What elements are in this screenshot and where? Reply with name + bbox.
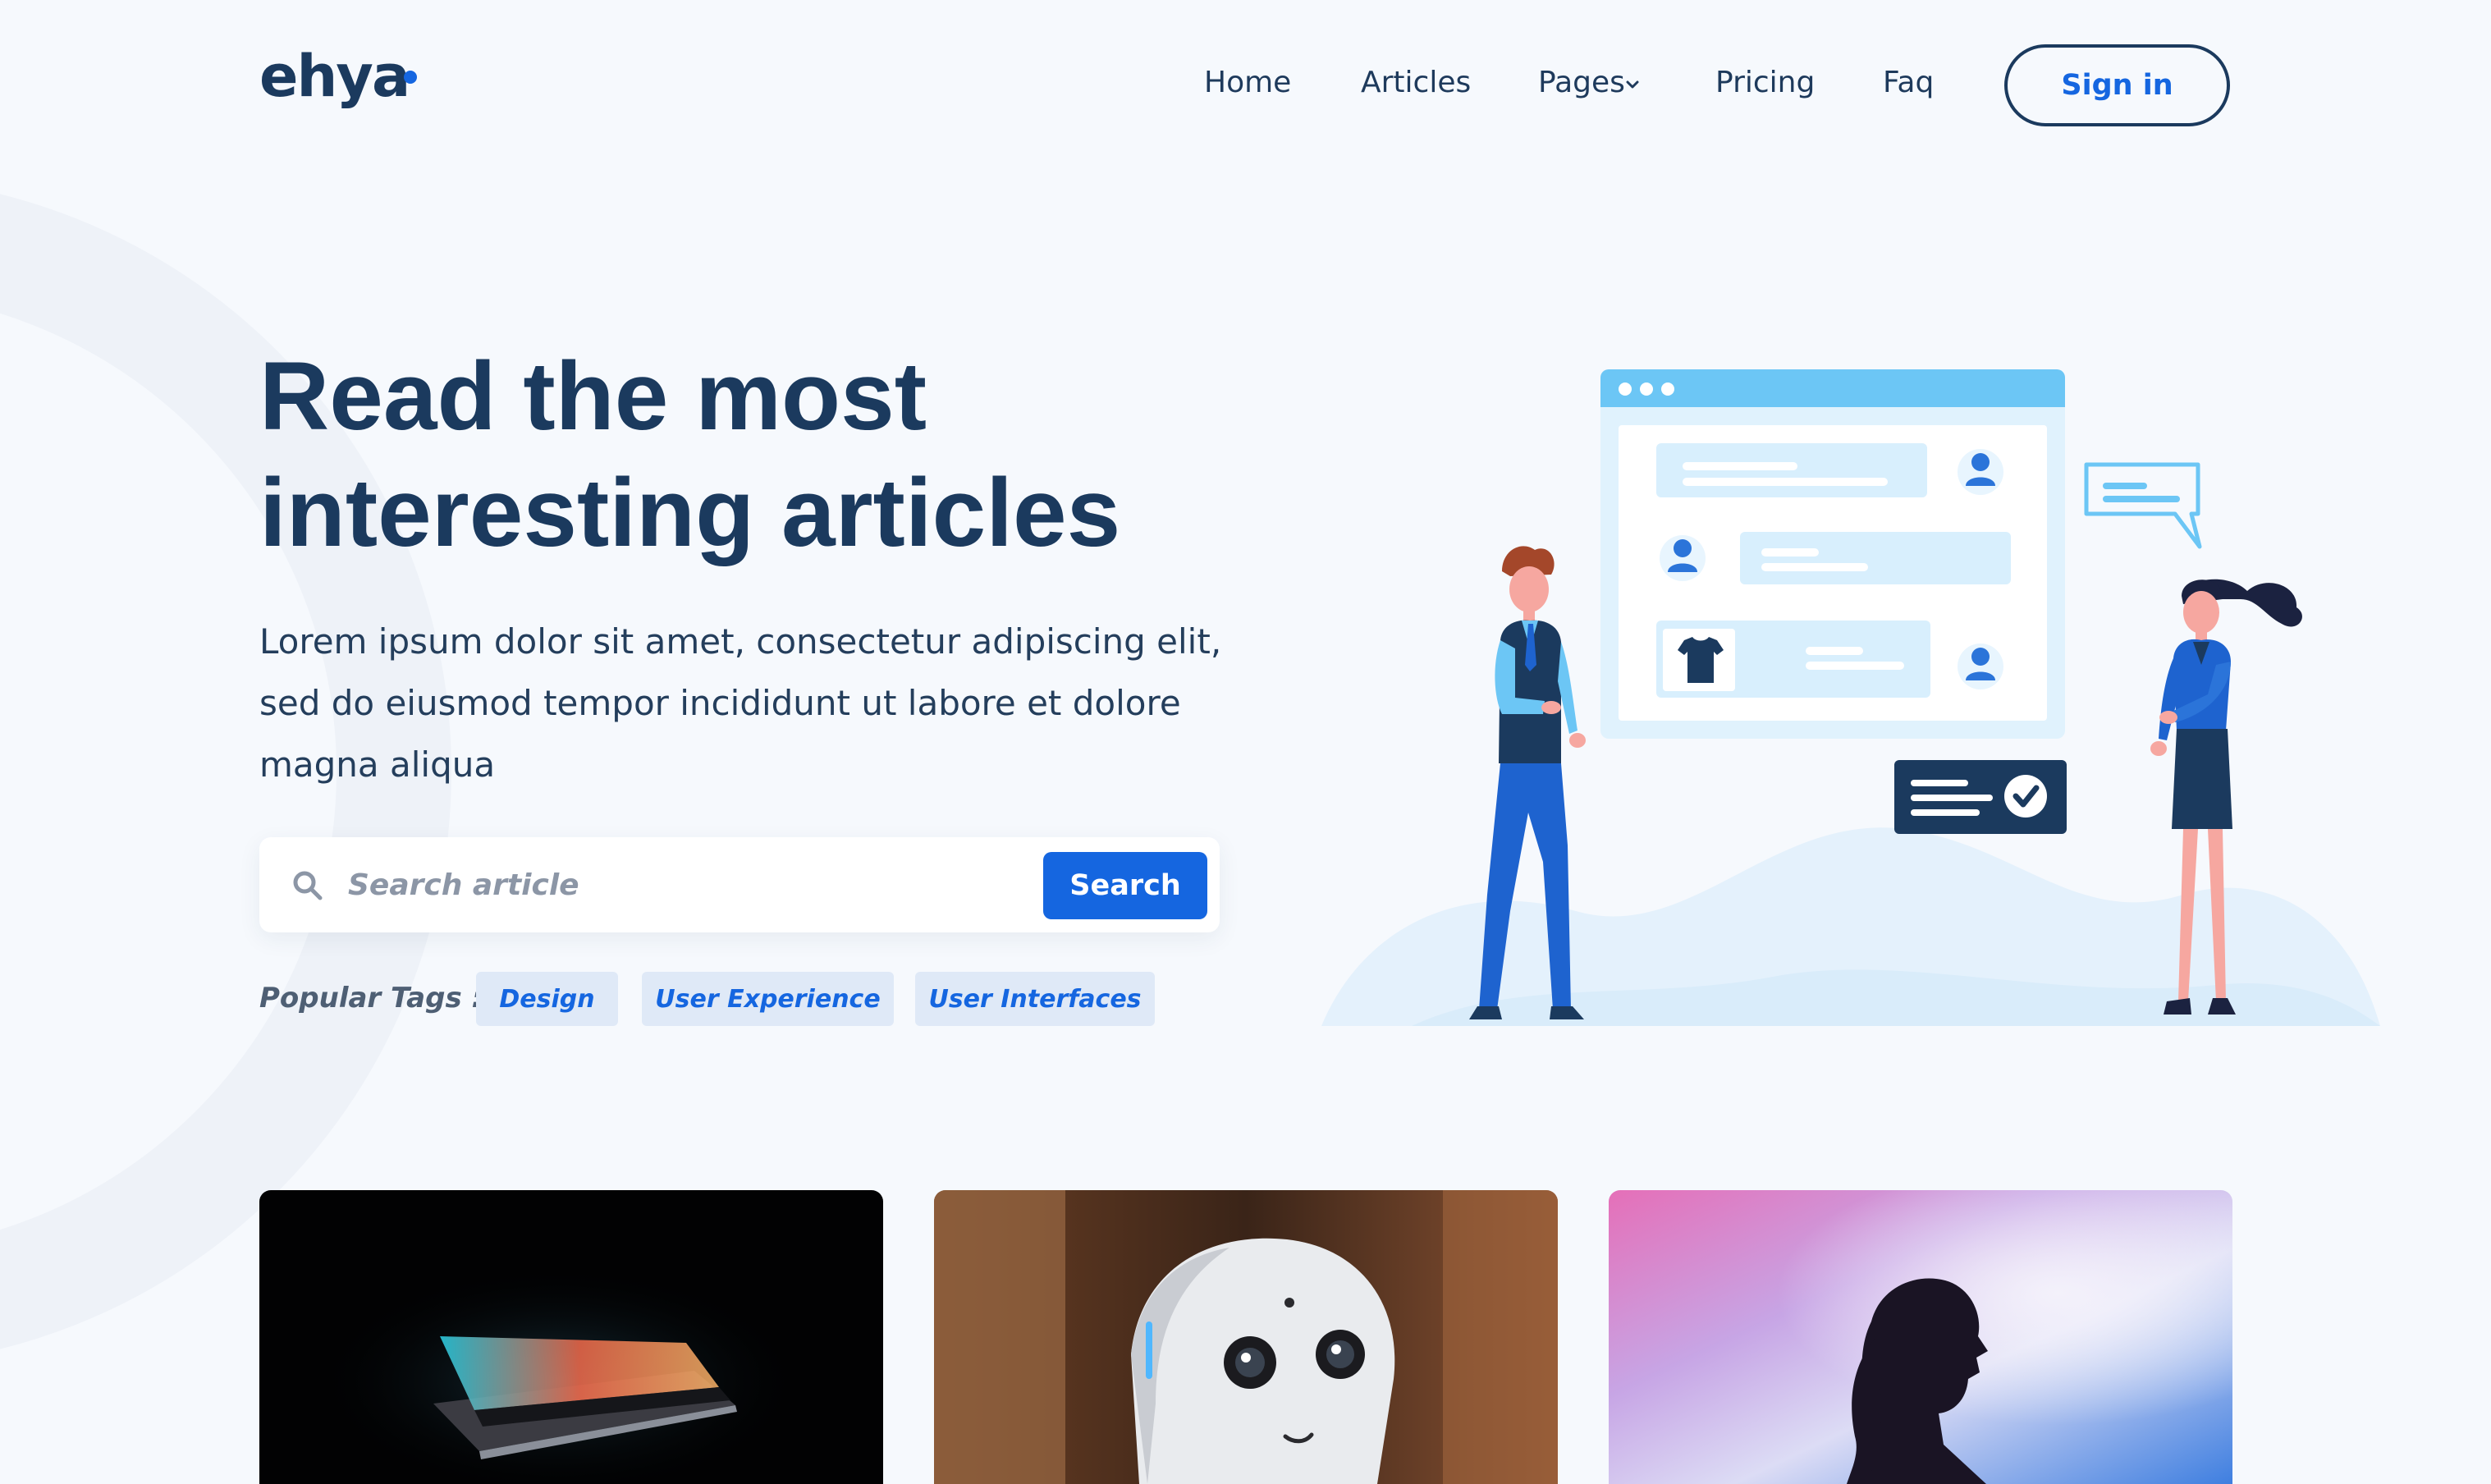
nav-pages[interactable]: Pages: [1538, 66, 1625, 99]
article-card-laptop[interactable]: [259, 1190, 883, 1484]
chat-illustration: [1321, 369, 2380, 1026]
hero-title: Read the most interesting articles: [259, 338, 1326, 571]
nav-home[interactable]: Home: [1204, 66, 1291, 99]
chevron-down-icon[interactable]: [1626, 78, 1639, 91]
logo[interactable]: ehya: [259, 48, 410, 105]
nav-articles[interactable]: Articles: [1361, 66, 1471, 99]
search-box: Search: [259, 837, 1220, 932]
hero-title-line: interesting articles: [259, 459, 1121, 567]
page: ehya Home Articles Pages Pricing Faq Sig…: [0, 0, 2491, 1484]
sign-in-button[interactable]: Sign in: [2004, 44, 2230, 126]
robot-photo: [934, 1190, 1558, 1484]
hero-description: Lorem ipsum dolor sit amet, consectetur …: [259, 611, 1222, 795]
nav-pricing[interactable]: Pricing: [1715, 66, 1815, 99]
speech-bubble: [2084, 462, 2202, 549]
hero-description-line: magna aliqua: [259, 744, 496, 785]
woman-silhouette-photo: [1609, 1190, 2232, 1484]
hero-description-line: sed do eiusmod tempor incididunt ut labo…: [259, 683, 1181, 723]
tag-user-experience[interactable]: User Experience: [642, 972, 894, 1026]
popular-tags-label: Popular Tags :: [259, 982, 483, 1015]
tag-user-interfaces[interactable]: User Interfaces: [915, 972, 1155, 1026]
article-card-robot[interactable]: [934, 1190, 1558, 1484]
hero-description-line: Lorem ipsum dolor sit amet, consectetur …: [259, 621, 1222, 662]
laptop-photo: [259, 1190, 883, 1484]
search-button[interactable]: Search: [1043, 852, 1207, 919]
tag-design[interactable]: Design: [476, 972, 618, 1026]
article-card-silhouette[interactable]: [1609, 1190, 2232, 1484]
check-card: [1894, 760, 2067, 834]
logo-dot: [404, 71, 417, 84]
hero-title-line: Read the most: [259, 342, 927, 451]
search-input[interactable]: [348, 860, 873, 909]
search-icon: [293, 871, 323, 900]
browser-window: [1600, 369, 2065, 739]
nav-faq[interactable]: Faq: [1883, 66, 1934, 99]
